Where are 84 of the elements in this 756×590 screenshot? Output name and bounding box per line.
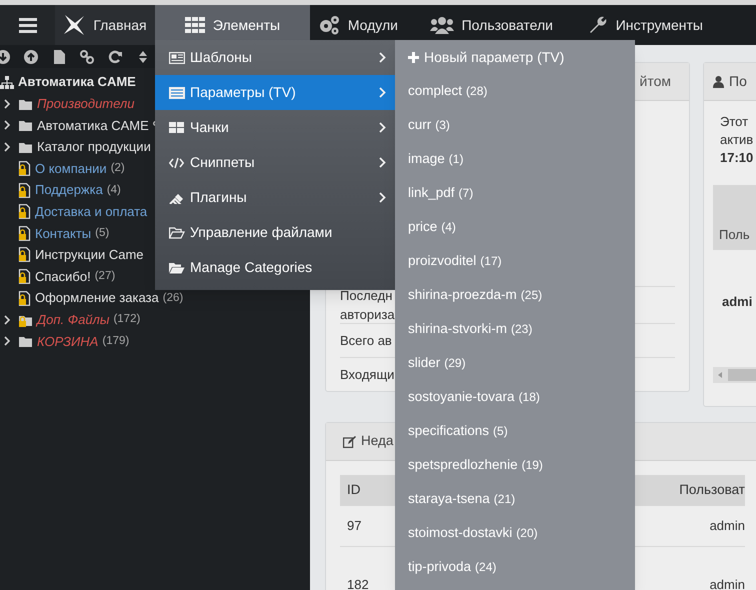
- nav-tab[interactable]: Главная: [55, 5, 155, 45]
- table-header: Поль: [713, 185, 756, 250]
- table-cell-text: admi: [722, 293, 754, 311]
- info-label: авториза: [340, 306, 395, 324]
- grid-icon: [169, 122, 185, 134]
- item-count: (179): [102, 334, 130, 349]
- code-icon: [169, 156, 185, 168]
- wrench-icon: [588, 15, 608, 35]
- refresh-icon[interactable]: [108, 50, 122, 64]
- tree-item[interactable]: Автоматика CAME: [37, 116, 149, 136]
- edit-icon: [343, 436, 356, 448]
- tree-item[interactable]: Производители: [37, 94, 134, 114]
- card-title: Неда: [361, 432, 394, 450]
- sitemap-icon: [0, 76, 14, 88]
- tree-item[interactable]: Каталог продукции: [37, 137, 151, 157]
- menu-item[interactable]: Управление файлами: [155, 215, 395, 250]
- plus-icon: [408, 52, 419, 62]
- info-label: Всего ав: [340, 332, 392, 350]
- item-count: (27): [94, 268, 116, 284]
- tree-item[interactable]: Спасибо!: [35, 266, 91, 286]
- menu-item[interactable]: Manage Categories: [155, 250, 395, 285]
- grid-icon: [184, 17, 205, 33]
- table-cell-text: admin: [710, 576, 745, 590]
- item-count: (4): [106, 182, 121, 198]
- submenu-item[interactable]: stoimost-dostavki (20): [395, 516, 635, 550]
- table-cell-text: 97: [347, 517, 362, 536]
- submenu-item[interactable]: link_pdf (7): [395, 176, 635, 210]
- tree-item[interactable]: Контакты: [35, 224, 92, 244]
- tree-root[interactable]: Автоматика CAME: [18, 72, 136, 92]
- tree-item[interactable]: КОРЗИНА: [37, 332, 98, 352]
- users-icon: [430, 16, 454, 34]
- submenu-item[interactable]: shirina-stvorki-m (23): [395, 312, 635, 346]
- item-count: (5): [95, 226, 110, 241]
- tree-item[interactable]: Инструкции Came: [35, 245, 144, 265]
- tree-item[interactable]: О компании: [35, 158, 107, 178]
- submenu-item[interactable]: tip-privoda (24): [395, 550, 635, 584]
- newspaper-icon: [169, 52, 185, 64]
- folder-open-icon: [169, 226, 185, 238]
- file-icon[interactable]: [52, 50, 66, 64]
- submenu-item[interactable]: staraya-tsena (21): [395, 482, 635, 516]
- list-icon: [169, 86, 185, 98]
- tree-item[interactable]: Оформление заказа: [35, 288, 159, 308]
- submenu-item[interactable]: proizvoditel (17): [395, 244, 635, 278]
- session-text: актив: [720, 131, 754, 149]
- gears-icon: [318, 15, 340, 35]
- column-header: ID: [347, 481, 360, 500]
- tree-item[interactable]: Доп. Файлы: [37, 310, 110, 330]
- table-cell-text: admin: [710, 517, 745, 536]
- link-icon[interactable]: [80, 50, 94, 64]
- submenu-item[interactable]: shirina-proezda-m (25): [395, 278, 635, 312]
- star-logo-icon: [63, 14, 86, 36]
- info-label: Последн: [340, 287, 392, 305]
- item-count: (26): [162, 290, 184, 306]
- circle-down-icon[interactable]: [0, 50, 10, 64]
- sort-icon[interactable]: [136, 50, 150, 64]
- menu-button[interactable]: [0, 5, 55, 45]
- menu-item[interactable]: Параметры (TV): [155, 75, 395, 110]
- tree-item[interactable]: Поддержка: [35, 180, 103, 200]
- session-time: 17:10: [720, 149, 754, 167]
- folder-open-icon: [169, 262, 185, 274]
- circle-up-icon[interactable]: [24, 50, 38, 64]
- card-title: йтом: [640, 72, 671, 91]
- item-count: (172): [113, 312, 140, 328]
- submenu-item[interactable]: price (4): [395, 210, 635, 244]
- card-title: По: [729, 72, 747, 91]
- submenu-item[interactable]: complect (28): [395, 74, 635, 108]
- left-arrow-icon: [718, 372, 722, 378]
- menu-item[interactable]: Сниппеты: [155, 145, 395, 180]
- submenu-item[interactable]: image (1): [395, 142, 635, 176]
- tree-item[interactable]: Доставка и оплата: [35, 202, 148, 222]
- table-cell-text: 182: [347, 576, 369, 590]
- item-count: (2): [110, 160, 125, 176]
- user-icon: [713, 76, 724, 88]
- submenu-item[interactable]: slider (29): [395, 346, 635, 380]
- submenu-item[interactable]: sostoyanie-tovara (18): [395, 380, 635, 414]
- menu-item[interactable]: Плагины: [155, 180, 395, 215]
- menu-item[interactable]: Чанки: [155, 110, 395, 145]
- menu-icon: [18, 18, 36, 32]
- submenu-item[interactable]: specifications (5): [395, 414, 635, 448]
- info-label: Входящи: [340, 366, 394, 384]
- submenu-item[interactable]: spetspredlozhenie (19): [395, 448, 635, 482]
- session-text: Этот: [720, 113, 750, 131]
- column-header: Пользоват: [679, 481, 745, 500]
- submenu-item[interactable]: curr (3): [395, 108, 635, 142]
